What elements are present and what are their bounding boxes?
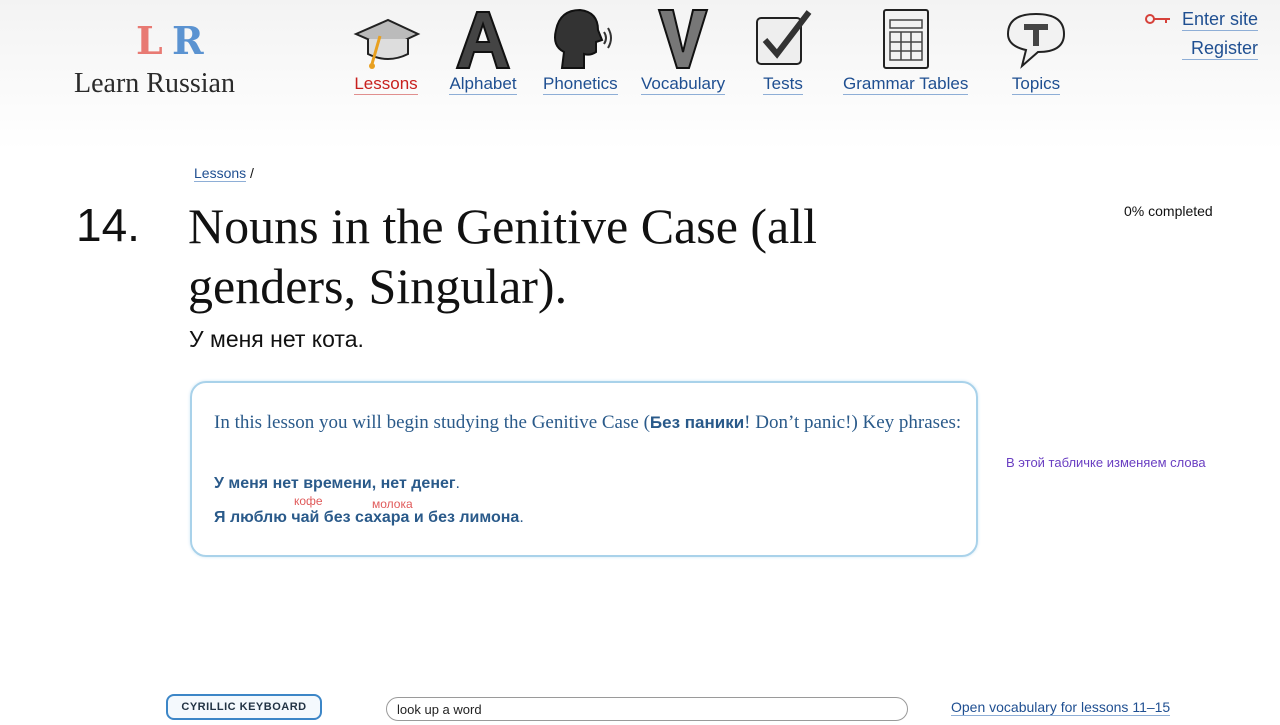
- nav-lessons[interactable]: Lessons: [350, 6, 422, 95]
- letter-v-icon: [657, 9, 709, 69]
- key-phrase-2: Я люблю чай без сахара и без лимона.: [214, 509, 524, 527]
- site-header: L R Learn Russian Lessons Alphabet Phone…: [0, 0, 1280, 150]
- logo-mark: L R: [136, 18, 204, 63]
- intro-text-before: In this lesson you will begin studying t…: [214, 412, 650, 433]
- nav-vocabulary[interactable]: Vocabulary: [641, 6, 726, 95]
- lesson-intro-box: In this lesson you will begin studying t…: [190, 381, 978, 557]
- nav-tests[interactable]: Tests: [747, 6, 819, 95]
- word-lookup-input[interactable]: [386, 697, 908, 721]
- key-phrase-2-a: Я люблю: [214, 509, 292, 526]
- register-link[interactable]: Register: [1181, 37, 1258, 60]
- logo-text: Learn Russian: [74, 68, 235, 99]
- nav-tests-label: Tests: [763, 74, 803, 95]
- nav-phonetics[interactable]: Phonetics: [543, 6, 618, 95]
- key-phrase-1-end: .: [455, 475, 460, 492]
- side-note: В этой табличке изменяем слова: [1006, 455, 1206, 470]
- cyrillic-keyboard-button[interactable]: CYRILLIC KEYBOARD: [166, 694, 322, 720]
- nav-vocabulary-label: Vocabulary: [641, 74, 726, 95]
- lesson-subtitle: У меня нет кота.: [189, 326, 364, 352]
- intro-text-after: ! Don’t panic!) Key phrases:: [744, 412, 962, 433]
- intro-text: In this lesson you will begin studying t…: [214, 409, 964, 437]
- key-phrase-2-c: и без лимона: [409, 509, 520, 526]
- key-phrase-2-b: без: [319, 509, 355, 526]
- key-phrase-2-sahara[interactable]: сахара: [355, 509, 409, 526]
- key-phrase-2-end: .: [519, 509, 524, 526]
- nav-lessons-label: Lessons: [354, 74, 418, 95]
- nav-alphabet-label: Alphabet: [449, 74, 517, 95]
- hint-word-chai: кофе: [294, 494, 323, 508]
- speaking-head-icon: [554, 8, 613, 69]
- key-phrase-2-chai[interactable]: чай: [291, 509, 319, 526]
- lesson-number: 14.: [76, 199, 140, 251]
- nav-alphabet[interactable]: Alphabet: [447, 6, 519, 95]
- letter-a-icon: [455, 11, 511, 69]
- key-phrase-1: У меня нет времени, нет денег.: [214, 475, 460, 493]
- key-icon: [1145, 14, 1170, 24]
- logo-mark-text: L: [136, 18, 163, 63]
- enter-site-link[interactable]: Enter site: [1181, 8, 1258, 31]
- graduation-cap-icon: [353, 18, 421, 69]
- logo-mark-second-letter: R: [171, 18, 204, 63]
- nav-grammar-tables-label: Grammar Tables: [843, 74, 969, 95]
- intro-bold: Без паники: [649, 413, 745, 432]
- speech-bubble-icon: [1006, 12, 1066, 69]
- nav-topics[interactable]: Topics: [1000, 6, 1072, 95]
- page-title: Nouns in the Genitive Case (all genders,…: [188, 198, 818, 314]
- progress-status: 0% completed: [1124, 203, 1213, 219]
- breadcrumb-lessons-link[interactable]: Lessons: [194, 165, 247, 182]
- key-phrase-1-text: У меня нет времени, нет денег: [214, 475, 456, 492]
- breadcrumb-separator: /: [250, 165, 254, 181]
- nav-phonetics-label: Phonetics: [543, 74, 618, 95]
- checkbox-icon: [756, 10, 812, 65]
- table-sheet-icon: [882, 9, 929, 69]
- nav-grammar-tables[interactable]: Grammar Tables: [843, 6, 969, 95]
- open-vocabulary-link[interactable]: Open vocabulary for lessons 11–15: [951, 699, 1171, 716]
- breadcrumb: Lessons /: [194, 165, 254, 182]
- auth-links: Enter site Register: [1181, 8, 1258, 66]
- nav-topics-label: Topics: [1011, 74, 1061, 95]
